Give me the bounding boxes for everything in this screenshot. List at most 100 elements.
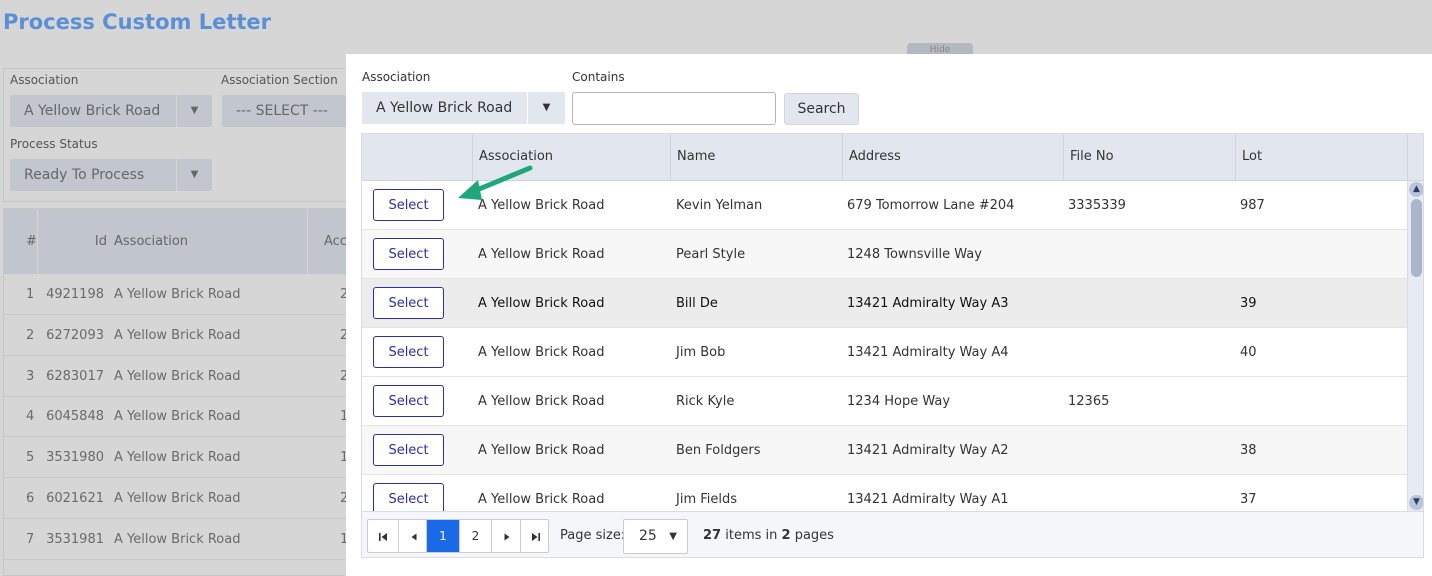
row-file-no: 12365: [1068, 394, 1110, 409]
table-row[interactable]: Select A Yellow Brick Road Ben Foldgers …: [362, 426, 1407, 475]
table-row[interactable]: Select A Yellow Brick Road Pearl Style 1…: [362, 230, 1407, 279]
next-page-icon[interactable]: [491, 520, 521, 552]
pages-text: pages: [794, 528, 834, 543]
page-title: Process Custom Letter: [3, 10, 271, 34]
page-size-label: Page size:: [560, 528, 626, 543]
row-id: 4921198: [46, 287, 104, 302]
process-status-value: Ready To Process: [24, 167, 145, 183]
page-size-value: 25: [639, 528, 657, 544]
row-name: Pearl Style: [676, 247, 746, 262]
row-association: A Yellow Brick Road: [478, 492, 605, 507]
association-section-label: Association Section: [221, 73, 338, 87]
row-num: 1: [26, 287, 35, 302]
column-header-file-no[interactable]: File No: [1063, 134, 1235, 180]
table-row[interactable]: Select A Yellow Brick Road Jim Fields 13…: [362, 475, 1407, 511]
row-num: 4: [26, 409, 35, 424]
letters-grid: # Id Association Acco 1 4921198 A Yellow…: [3, 208, 355, 576]
column-header-lot[interactable]: Lot: [1235, 134, 1407, 180]
row-id: 3531981: [46, 532, 104, 547]
row-id: 3531980: [46, 450, 104, 465]
row-association: A Yellow Brick Road: [114, 369, 241, 384]
row-name: Kevin Yelman: [676, 198, 763, 213]
row-association: A Yellow Brick Road: [478, 443, 605, 458]
row-address: 13421 Admiralty Way A4: [847, 345, 1009, 360]
row-num: 6: [26, 491, 35, 506]
pager-info: 27 items in 2 pages: [703, 519, 834, 553]
row-name: Bill De: [676, 296, 718, 311]
page-button-2[interactable]: 2: [459, 520, 491, 552]
table-row[interactable]: 3 6283017 A Yellow Brick Road 2: [4, 356, 352, 397]
table-row[interactable]: 2 6272093 A Yellow Brick Road 2: [4, 315, 352, 356]
modal-association-label: Association: [362, 70, 431, 84]
last-page-icon[interactable]: [520, 520, 550, 552]
row-association: A Yellow Brick Road: [114, 450, 241, 465]
row-name: Rick Kyle: [676, 394, 735, 409]
pager: 1 2 Page size: 25 ▼ 27 items in 2 pages: [362, 511, 1423, 557]
column-header-id[interactable]: Id: [37, 209, 107, 274]
column-header-filler: [1407, 134, 1423, 180]
items-text: items in: [725, 528, 778, 543]
row-address: 13421 Admiralty Way A3: [847, 296, 1009, 311]
row-association: A Yellow Brick Road: [114, 328, 241, 343]
table-row[interactable]: 1 4921198 A Yellow Brick Road 2: [4, 274, 352, 315]
scroll-down-icon[interactable]: ▼: [1409, 495, 1423, 510]
row-name: Ben Foldgers: [676, 443, 761, 458]
vertical-scrollbar[interactable]: ▲ ▼: [1407, 181, 1423, 511]
row-lot: 40: [1240, 345, 1257, 360]
search-button[interactable]: Search: [784, 93, 859, 125]
pager-buttons: 1 2: [367, 519, 549, 553]
annotation-arrow-icon: [458, 165, 533, 200]
chevron-down-icon: ▼: [176, 159, 212, 191]
select-button[interactable]: Select: [373, 385, 444, 417]
row-id: 6045848: [46, 409, 104, 424]
select-button[interactable]: Select: [373, 189, 444, 221]
table-row[interactable]: 7 3531981 A Yellow Brick Road 1: [4, 519, 352, 560]
column-header-num[interactable]: #: [26, 209, 37, 274]
row-lot: 39: [1240, 296, 1257, 311]
scrollbar-thumb[interactable]: [1411, 199, 1422, 277]
modal-association-select[interactable]: A Yellow Brick Road ▼: [362, 92, 565, 124]
table-row[interactable]: Select A Yellow Brick Road Rick Kyle 123…: [362, 377, 1407, 426]
select-button[interactable]: Select: [373, 238, 444, 270]
row-num: 7: [26, 532, 35, 547]
table-row[interactable]: 6 6021621 A Yellow Brick Road 2: [4, 478, 352, 519]
page-size-select[interactable]: 25 ▼: [623, 519, 688, 554]
row-num: 3: [26, 369, 35, 384]
select-button[interactable]: Select: [373, 336, 444, 368]
select-button[interactable]: Select: [373, 434, 444, 466]
row-association: A Yellow Brick Road: [114, 287, 241, 302]
table-row[interactable]: 5 3531980 A Yellow Brick Road 1: [4, 437, 352, 478]
row-address: 679 Tomorrow Lane #204: [847, 198, 1015, 213]
select-button[interactable]: Select: [373, 287, 444, 319]
modal-association-value: A Yellow Brick Road: [376, 100, 513, 116]
association-section-value: --- SELECT ---: [236, 103, 328, 119]
association-label: Association: [10, 73, 79, 87]
association-section-select[interactable]: --- SELECT ---: [222, 95, 352, 127]
row-id: 6283017: [46, 369, 104, 384]
row-association: A Yellow Brick Road: [478, 394, 605, 409]
items-count: 27: [703, 528, 722, 543]
column-header-address[interactable]: Address: [842, 134, 1063, 180]
letters-grid-header: # Id Association Acco: [4, 209, 355, 274]
filter-panel: Association A Yellow Brick Road ▼ Associ…: [3, 68, 353, 202]
row-association: A Yellow Brick Road: [478, 345, 605, 360]
row-num: 5: [26, 450, 35, 465]
first-page-icon[interactable]: [368, 520, 398, 552]
select-button[interactable]: Select: [373, 483, 444, 511]
row-association: A Yellow Brick Road: [478, 247, 605, 262]
row-address: 1234 Hope Way: [847, 394, 951, 409]
column-header-association[interactable]: Association: [114, 209, 188, 274]
page-button-1[interactable]: 1: [426, 520, 459, 552]
scroll-up-icon[interactable]: ▲: [1409, 182, 1423, 197]
row-address: 1248 Townsville Way: [847, 247, 982, 262]
process-status-select[interactable]: Ready To Process ▼: [10, 159, 212, 191]
column-header-name[interactable]: Name: [670, 134, 842, 180]
table-row[interactable]: Select A Yellow Brick Road Bill De 13421…: [362, 279, 1407, 328]
association-select[interactable]: A Yellow Brick Road ▼: [10, 95, 212, 127]
row-association: A Yellow Brick Road: [478, 296, 605, 311]
table-row[interactable]: 4 6045848 A Yellow Brick Road 1: [4, 396, 352, 437]
table-row[interactable]: Select A Yellow Brick Road Jim Bob 13421…: [362, 328, 1407, 377]
row-file-no: 3335339: [1068, 198, 1126, 213]
contains-input[interactable]: [572, 92, 776, 125]
prev-page-icon[interactable]: [398, 520, 428, 552]
